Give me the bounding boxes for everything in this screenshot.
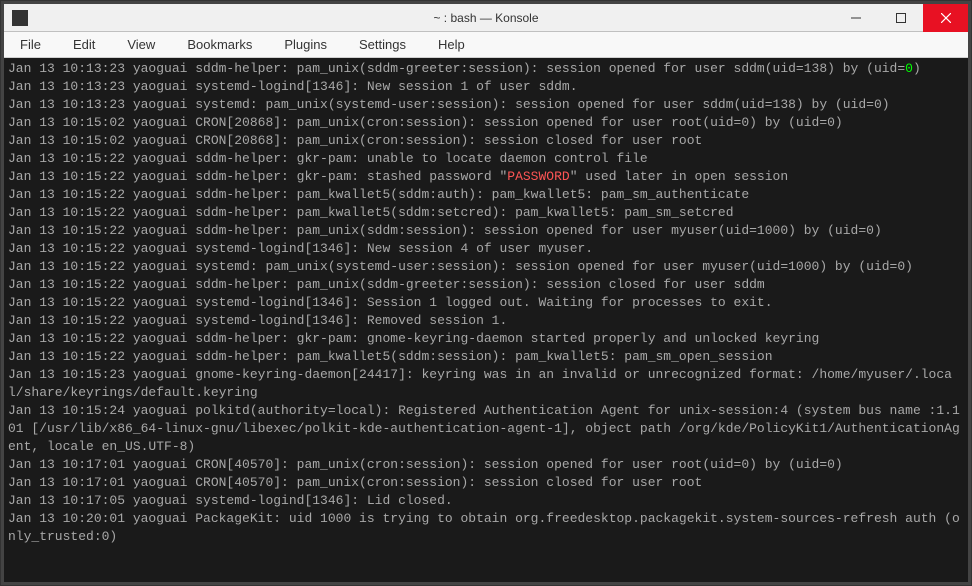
log-line: Jan 13 10:15:02 yaoguai CRON[20868]: pam… <box>8 115 843 130</box>
log-line: Jan 13 10:15:22 yaoguai systemd: pam_uni… <box>8 259 905 274</box>
log-line: Jan 13 10:15:22 yaoguai sddm-helper: gkr… <box>8 331 819 346</box>
log-line: ) <box>905 259 913 274</box>
log-line: Jan 13 10:15:22 yaoguai systemd-logind[1… <box>8 241 593 256</box>
menu-file[interactable]: File <box>14 35 47 54</box>
log-line: Jan 13 10:15:22 yaoguai sddm-helper: pam… <box>8 205 734 220</box>
log-line: Jan 13 10:17:05 yaoguai systemd-logind[1… <box>8 493 453 508</box>
log-line: Jan 13 10:15:22 yaoguai sddm-helper: pam… <box>8 223 882 238</box>
log-line: Jan 13 10:15:24 yaoguai polkitd(authorit… <box>8 403 960 454</box>
maximize-button[interactable] <box>878 4 923 32</box>
log-line: Jan 13 10:15:22 yaoguai sddm-helper: pam… <box>8 187 749 202</box>
log-line: Jan 13 10:17:01 yaoguai CRON[40570]: pam… <box>8 475 702 490</box>
log-line: Jan 13 10:15:22 yaoguai sddm-helper: gkr… <box>8 151 648 166</box>
log-line: Jan 13 10:13:23 yaoguai sddm-helper: pam… <box>8 61 905 76</box>
minimize-button[interactable] <box>833 4 878 32</box>
menu-view[interactable]: View <box>121 35 161 54</box>
menu-bookmarks[interactable]: Bookmarks <box>181 35 258 54</box>
close-button[interactable] <box>923 4 968 32</box>
log-line: " used later in open session <box>570 169 788 184</box>
log-line: Jan 13 10:15:22 yaoguai systemd-logind[1… <box>8 313 507 328</box>
log-line: Jan 13 10:15:22 yaoguai sddm-helper: gkr… <box>8 169 507 184</box>
password-highlight: PASSWORD <box>507 169 569 184</box>
menu-settings[interactable]: Settings <box>353 35 412 54</box>
menubar: File Edit View Bookmarks Plugins Setting… <box>4 32 968 58</box>
log-line: Jan 13 10:15:23 yaoguai gnome-keyring-da… <box>8 367 952 400</box>
log-line: Jan 13 10:17:01 yaoguai CRON[40570]: pam… <box>8 457 843 472</box>
log-line: Jan 13 10:15:22 yaoguai systemd-logind[1… <box>8 295 773 310</box>
log-line: Jan 13 10:13:23 yaoguai systemd: pam_uni… <box>8 97 890 112</box>
log-line: 0 <box>905 61 913 76</box>
terminal-output[interactable]: Jan 13 10:13:23 yaoguai sddm-helper: pam… <box>4 58 968 582</box>
titlebar: ~ : bash — Konsole <box>4 4 968 32</box>
log-line: Jan 13 10:13:23 yaoguai systemd-logind[1… <box>8 79 578 94</box>
app-icon <box>12 10 28 26</box>
log-line: Jan 13 10:20:01 yaoguai PackageKit: uid … <box>8 511 960 544</box>
log-line: ) <box>913 61 921 76</box>
window-controls <box>833 4 968 31</box>
menu-edit[interactable]: Edit <box>67 35 101 54</box>
menu-plugins[interactable]: Plugins <box>278 35 333 54</box>
log-line: Jan 13 10:15:22 yaoguai sddm-helper: pam… <box>8 349 773 364</box>
menu-help[interactable]: Help <box>432 35 471 54</box>
log-line: Jan 13 10:15:02 yaoguai CRON[20868]: pam… <box>8 133 702 148</box>
log-line: Jan 13 10:15:22 yaoguai sddm-helper: pam… <box>8 277 765 292</box>
window-title: ~ : bash — Konsole <box>433 11 538 25</box>
